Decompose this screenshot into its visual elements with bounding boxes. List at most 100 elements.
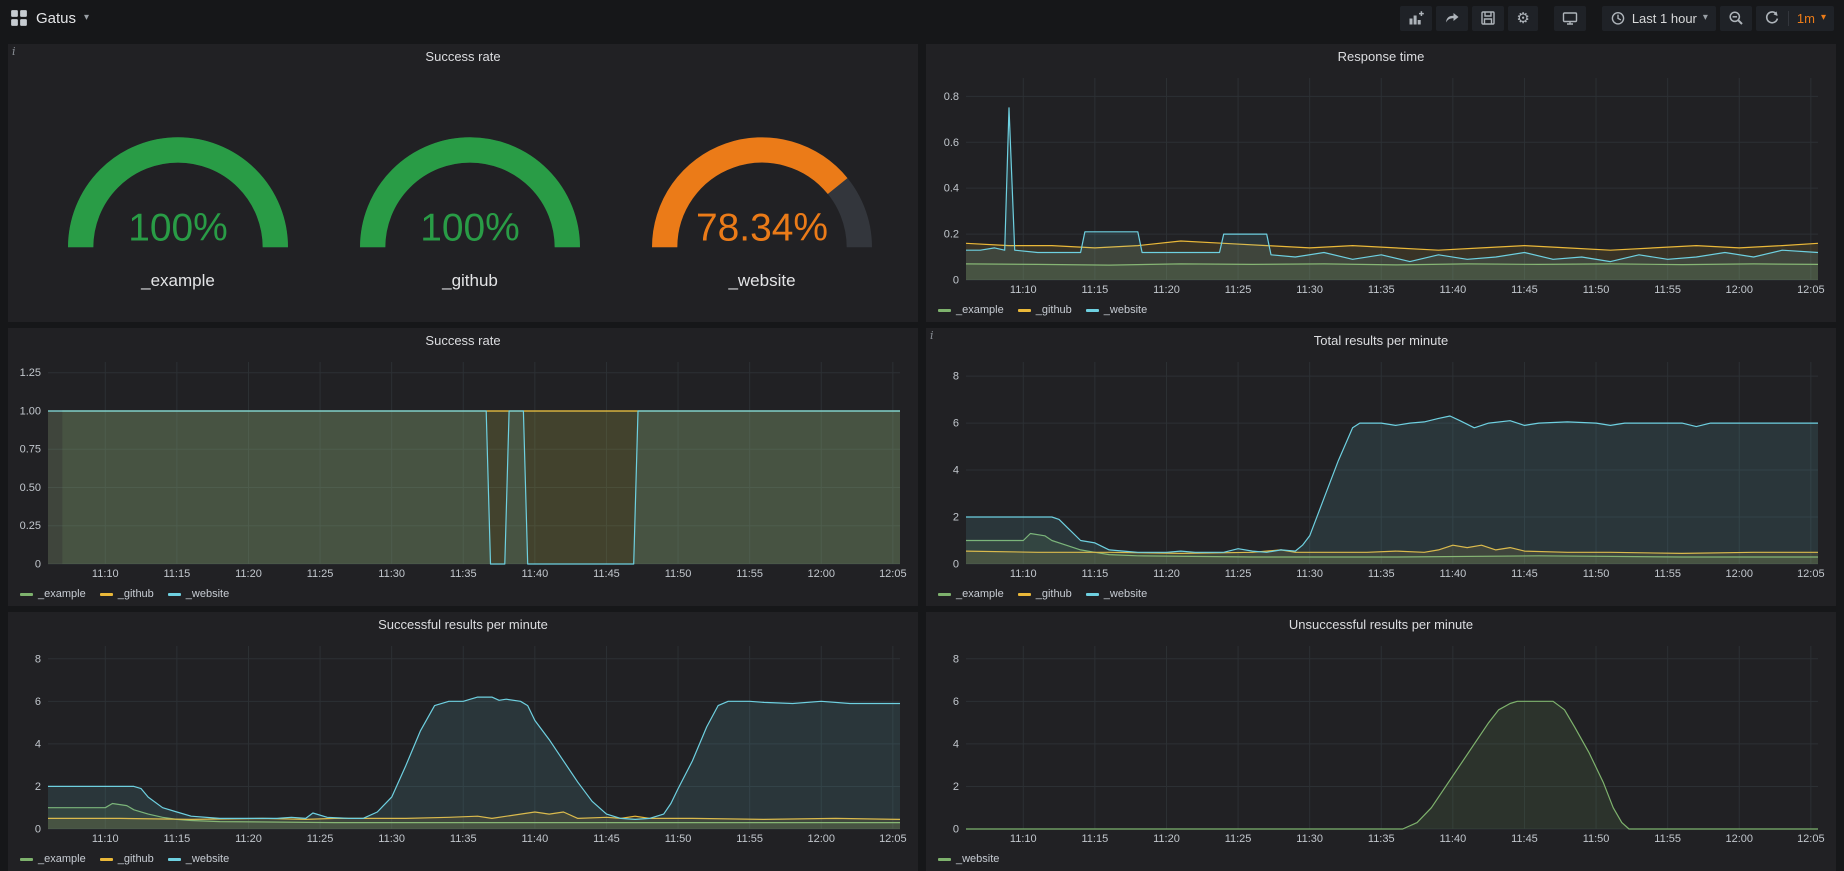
legend-label: _website <box>186 588 229 600</box>
legend-swatch-icon <box>1086 593 1099 596</box>
settings-button[interactable]: ⚙ <box>1508 6 1537 31</box>
legend-item-github[interactable]: _github <box>100 588 154 600</box>
gauge-row: 100% _example 100% _github 78.34% _websi… <box>8 70 918 322</box>
svg-text:2: 2 <box>35 781 41 793</box>
response-time-chart[interactable]: 11:1011:1511:2011:2511:3011:3511:4011:45… <box>932 70 1830 298</box>
svg-text:11:10: 11:10 <box>1010 284 1037 296</box>
panel-success-rate-gauges: i Success rate 100% _example 100% _githu… <box>8 44 918 322</box>
legend-item-website[interactable]: _website <box>938 853 999 865</box>
svg-text:6: 6 <box>953 418 959 430</box>
legend-item-example[interactable]: _example <box>20 588 86 600</box>
svg-text:11:15: 11:15 <box>164 833 191 845</box>
svg-text:6: 6 <box>35 696 41 708</box>
zoom-out-icon <box>1728 10 1744 26</box>
svg-text:100%: 100% <box>420 206 520 249</box>
legend-item-website[interactable]: _website <box>168 853 229 865</box>
navbar-left: Gatus ▾ <box>10 9 89 27</box>
svg-text:12:05: 12:05 <box>879 833 907 845</box>
svg-text:4: 4 <box>953 465 959 477</box>
chart-canvas[interactable]: 11:1011:1511:2011:2511:3011:3511:4011:45… <box>932 638 1830 847</box>
svg-text:11:15: 11:15 <box>1082 284 1109 296</box>
svg-text:4: 4 <box>953 738 959 750</box>
legend-label: _github <box>1036 304 1072 316</box>
svg-text:11:20: 11:20 <box>235 833 262 845</box>
legend-item-website[interactable]: _website <box>1086 588 1147 600</box>
successful-results-chart[interactable]: 11:1011:1511:2011:2511:3011:3511:4011:45… <box>14 638 912 847</box>
legend-item-example[interactable]: _example <box>938 304 1004 316</box>
time-range-label: Last 1 hour <box>1632 11 1697 26</box>
zoom-out-button[interactable] <box>1720 6 1752 31</box>
add-panel-icon <box>1408 10 1424 26</box>
svg-text:8: 8 <box>953 371 959 383</box>
svg-text:11:20: 11:20 <box>1153 284 1180 296</box>
legend-item-example[interactable]: _example <box>938 588 1004 600</box>
legend-item-example[interactable]: _example <box>20 853 86 865</box>
tv-mode-button[interactable] <box>1554 6 1586 31</box>
panel-info-icon[interactable]: i <box>930 329 944 343</box>
svg-text:11:10: 11:10 <box>92 833 119 845</box>
time-picker-button[interactable]: Last 1 hour ▾ <box>1602 6 1716 31</box>
legend-item-github[interactable]: _github <box>1018 304 1072 316</box>
gauge-label: _website <box>728 271 795 291</box>
svg-text:1.25: 1.25 <box>20 367 41 379</box>
panel-title[interactable]: Success rate <box>8 44 918 70</box>
svg-text:0.75: 0.75 <box>20 444 41 456</box>
total-results-chart[interactable]: 11:1011:1511:2011:2511:3011:3511:4011:45… <box>932 354 1830 582</box>
svg-text:12:05: 12:05 <box>879 568 907 580</box>
legend-item-github[interactable]: _github <box>1018 588 1072 600</box>
gauge-canvas: 78.34% <box>616 101 908 267</box>
chevron-down-icon: ▾ <box>84 13 89 23</box>
svg-text:78.34%: 78.34% <box>696 206 828 249</box>
panel-info-icon[interactable]: i <box>12 45 26 59</box>
svg-text:12:05: 12:05 <box>1797 284 1825 296</box>
monitor-icon <box>1562 10 1578 26</box>
svg-text:0.25: 0.25 <box>20 520 41 532</box>
svg-text:11:40: 11:40 <box>521 568 548 580</box>
legend-swatch-icon <box>938 593 951 596</box>
panel-successful-results: Successful results per minute 11:10 11:15… <box>8 612 918 871</box>
legend-item-website[interactable]: _website <box>168 588 229 600</box>
chart-canvas[interactable]: 11:1011:1511:2011:2511:3011:3511:4011:45… <box>932 354 1830 582</box>
panel-title[interactable]: Success rate <box>8 328 918 354</box>
svg-text:11:35: 11:35 <box>1368 833 1395 845</box>
legend-swatch-icon <box>168 593 181 596</box>
svg-text:0: 0 <box>35 559 41 571</box>
chart-canvas[interactable]: 11:1011:1511:2011:2511:3011:3511:4011:45… <box>932 70 1830 298</box>
refresh-button[interactable]: 1m ▾ <box>1756 6 1834 31</box>
legend: _example _github _website <box>20 851 229 867</box>
navbar-right: ⚙ Last 1 hour ▾ <box>1400 6 1834 31</box>
svg-text:0: 0 <box>953 275 959 287</box>
dashboard-title[interactable]: Gatus <box>36 10 76 27</box>
svg-text:11:35: 11:35 <box>450 568 477 580</box>
legend-label: _example <box>38 853 86 865</box>
svg-text:11:55: 11:55 <box>736 568 763 580</box>
svg-text:12:00: 12:00 <box>807 833 835 845</box>
svg-text:11:10: 11:10 <box>1010 833 1037 845</box>
chart-canvas[interactable]: 11:1011:1511:2011:2511:3011:3511:4011:45… <box>14 354 912 582</box>
add-panel-button[interactable] <box>1400 6 1432 31</box>
svg-text:8: 8 <box>35 653 41 665</box>
share-button[interactable] <box>1436 6 1468 31</box>
dashboard-grid-icon[interactable] <box>10 9 28 27</box>
svg-text:11:20: 11:20 <box>1153 833 1180 845</box>
legend-label: _website <box>956 853 999 865</box>
svg-text:2: 2 <box>953 512 959 524</box>
svg-text:12:05: 12:05 <box>1797 833 1825 845</box>
panel-title[interactable]: Successful results per minute <box>8 612 918 638</box>
svg-text:11:30: 11:30 <box>1296 568 1323 580</box>
legend: _example _github _website <box>20 586 229 602</box>
panel-title[interactable]: Response time <box>926 44 1836 70</box>
legend-item-github[interactable]: _github <box>100 853 154 865</box>
legend-item-website[interactable]: _website <box>1086 304 1147 316</box>
svg-text:11:40: 11:40 <box>1439 568 1466 580</box>
chart-canvas[interactable]: 11:1011:1511:2011:2511:3011:3511:4011:45… <box>14 638 912 847</box>
success-rate-chart[interactable]: 11:1011:1511:2011:2511:3011:3511:4011:45… <box>14 354 912 582</box>
panel-title[interactable]: Total results per minute <box>926 328 1836 354</box>
svg-text:100%: 100% <box>128 206 228 249</box>
save-button[interactable] <box>1472 6 1504 31</box>
unsuccessful-results-chart[interactable]: 11:1011:1511:2011:2511:3011:3511:4011:45… <box>932 638 1830 847</box>
legend-label: _website <box>1104 588 1147 600</box>
svg-text:0.50: 0.50 <box>20 482 41 494</box>
svg-text:0.4: 0.4 <box>944 183 959 195</box>
panel-title[interactable]: Unsuccessful results per minute <box>926 612 1836 638</box>
